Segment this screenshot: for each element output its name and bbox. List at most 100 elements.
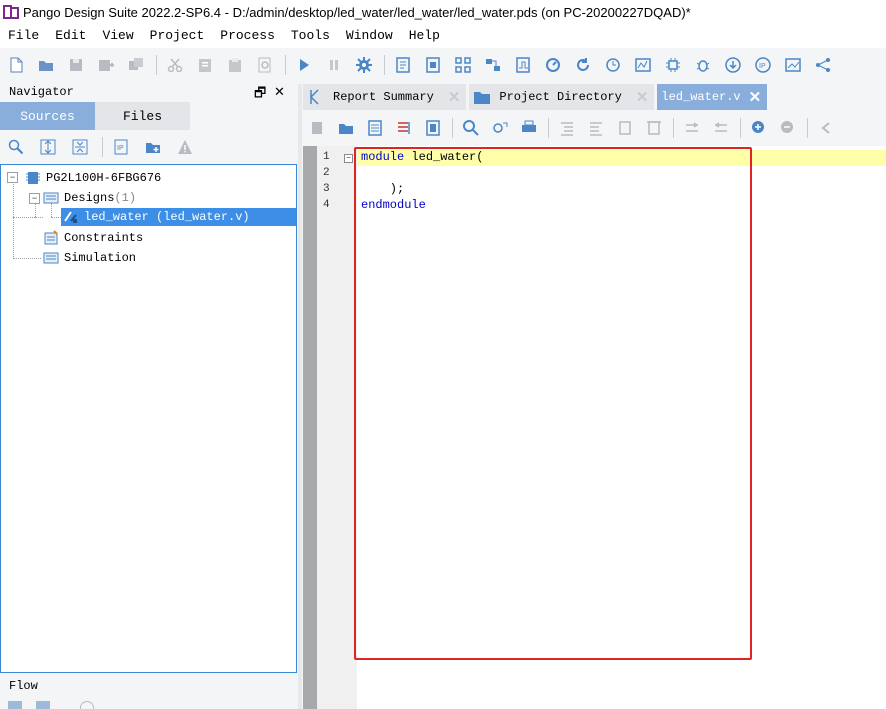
debug-bug-icon[interactable] xyxy=(691,53,715,77)
line-number: 3 xyxy=(323,183,330,195)
save-icon[interactable] xyxy=(305,116,329,140)
clock-icon[interactable] xyxy=(601,53,625,77)
collapse-device-toggle[interactable]: − xyxy=(7,172,18,183)
close-tab-icon[interactable]: ✕ xyxy=(749,88,762,106)
ip-catalog-icon[interactable]: IP xyxy=(751,53,775,77)
tab-report-summary[interactable]: Report Summary ✕ xyxy=(303,84,467,110)
add-folder-icon[interactable] xyxy=(141,135,165,159)
flow-help-icon[interactable] xyxy=(80,701,94,709)
menu-view[interactable]: View xyxy=(94,24,141,48)
close-panel-icon[interactable]: ✕ xyxy=(274,84,285,100)
line-number: 1 xyxy=(323,151,330,163)
format-icon[interactable] xyxy=(392,116,416,140)
folder-icon xyxy=(474,92,491,104)
tree-line xyxy=(13,258,41,259)
indent-icon[interactable] xyxy=(555,116,579,140)
flow-expand-icon[interactable] xyxy=(8,701,22,709)
svg-text:IP: IP xyxy=(117,145,124,152)
save-all-icon[interactable] xyxy=(124,53,148,77)
print-icon[interactable] xyxy=(517,116,541,140)
tab-led-water-v[interactable]: led_water.v ✕ xyxy=(657,84,768,110)
add-ip-icon[interactable]: IP xyxy=(109,135,133,159)
run-icon[interactable] xyxy=(292,53,316,77)
zoom-in-icon[interactable] xyxy=(747,116,771,140)
sources-tree: − PG2L100H-6FBG676 − Designs (1) led_wat… xyxy=(0,164,297,673)
chip-icon[interactable] xyxy=(661,53,685,77)
navigator-tabs: Sources Files xyxy=(0,102,190,130)
menu-file[interactable]: File xyxy=(0,24,47,48)
code-keyword: endmodule xyxy=(361,198,426,212)
shift-left-icon[interactable] xyxy=(709,116,733,140)
pause-icon[interactable] xyxy=(322,53,346,77)
save-icon[interactable] xyxy=(64,53,88,77)
navigator-header: Navigator 🗗 ✕ xyxy=(0,84,300,102)
code-text: ); xyxy=(361,182,405,196)
restore-window-icon[interactable]: 🗗 xyxy=(254,84,266,106)
save-as-icon[interactable] xyxy=(94,53,118,77)
new-document-icon[interactable] xyxy=(363,116,387,140)
template-icon[interactable] xyxy=(421,116,445,140)
replace-icon[interactable] xyxy=(488,116,512,140)
find-icon[interactable] xyxy=(253,53,277,77)
settings-gear-icon[interactable] xyxy=(352,53,376,77)
shift-right-icon[interactable] xyxy=(680,116,704,140)
zoom-out-icon[interactable] xyxy=(776,116,800,140)
rerun-icon[interactable] xyxy=(571,53,595,77)
tree-item-led-water[interactable]: led_water (led_water.v) xyxy=(61,208,296,226)
code-line[interactable]: ); xyxy=(361,182,404,196)
outdent-icon[interactable] xyxy=(584,116,608,140)
hierarchy-icon[interactable] xyxy=(451,53,475,77)
collapse-all-icon[interactable] xyxy=(68,135,92,159)
code-line[interactable]: module led_water( xyxy=(361,150,483,164)
cut-icon[interactable] xyxy=(163,53,187,77)
analyzer-icon[interactable] xyxy=(781,53,805,77)
download-icon[interactable] xyxy=(721,53,745,77)
timing-icon[interactable] xyxy=(511,53,535,77)
main-toolbar: IP xyxy=(0,50,886,80)
code-editor[interactable]: − 1 2 3 4 module led_water( ); endmodule xyxy=(303,146,886,709)
tree-item-simulation[interactable]: Simulation xyxy=(43,249,136,267)
refresh-icon[interactable] xyxy=(541,53,565,77)
paste-icon[interactable] xyxy=(223,53,247,77)
back-icon[interactable] xyxy=(814,116,838,140)
menu-edit[interactable]: Edit xyxy=(47,24,94,48)
expand-all-icon[interactable] xyxy=(36,135,60,159)
fold-toggle-icon[interactable]: − xyxy=(344,154,353,163)
search-icon[interactable] xyxy=(459,116,483,140)
warning-icon[interactable] xyxy=(173,135,197,159)
menu-process[interactable]: Process xyxy=(212,24,283,48)
search-icon[interactable] xyxy=(4,135,28,159)
code-line[interactable]: endmodule xyxy=(361,198,426,212)
tab-files[interactable]: Files xyxy=(95,102,190,130)
netlist-icon[interactable] xyxy=(481,53,505,77)
share-network-icon[interactable] xyxy=(811,53,835,77)
copy-icon[interactable] xyxy=(193,53,217,77)
menu-window[interactable]: Window xyxy=(338,24,401,48)
report-icon[interactable] xyxy=(421,53,445,77)
project-summary-icon[interactable] xyxy=(391,53,415,77)
comment-icon[interactable] xyxy=(613,116,637,140)
tab-project-directory[interactable]: Project Directory ✕ xyxy=(469,84,655,110)
tree-item-device[interactable]: PG2L100H-6FBG676 xyxy=(25,169,161,187)
menu-tools[interactable]: Tools xyxy=(283,24,338,48)
tree-item-designs[interactable]: Designs (1) xyxy=(43,189,136,207)
waveform-icon[interactable] xyxy=(631,53,655,77)
close-tab-icon[interactable]: ✕ xyxy=(636,88,649,106)
menu-project[interactable]: Project xyxy=(142,24,213,48)
tab-sources[interactable]: Sources xyxy=(0,102,95,130)
close-tab-icon[interactable]: ✕ xyxy=(448,88,461,106)
new-file-icon[interactable] xyxy=(4,53,28,77)
toolbar-separator xyxy=(285,55,286,75)
uncomment-icon[interactable] xyxy=(642,116,666,140)
toolbar-separator xyxy=(740,118,741,138)
menu-help[interactable]: Help xyxy=(401,24,448,48)
toolbar-separator xyxy=(673,118,674,138)
collapse-designs-toggle[interactable]: − xyxy=(29,193,40,204)
tree-item-constraints[interactable]: Constraints xyxy=(43,229,143,247)
open-folder-icon[interactable] xyxy=(34,53,58,77)
constraints-label: Constraints xyxy=(64,231,144,245)
panel-splitter[interactable] xyxy=(298,84,302,709)
editor-margin-strip xyxy=(303,146,317,709)
flow-collapse-icon[interactable] xyxy=(36,701,50,709)
open-folder-icon[interactable] xyxy=(334,116,358,140)
